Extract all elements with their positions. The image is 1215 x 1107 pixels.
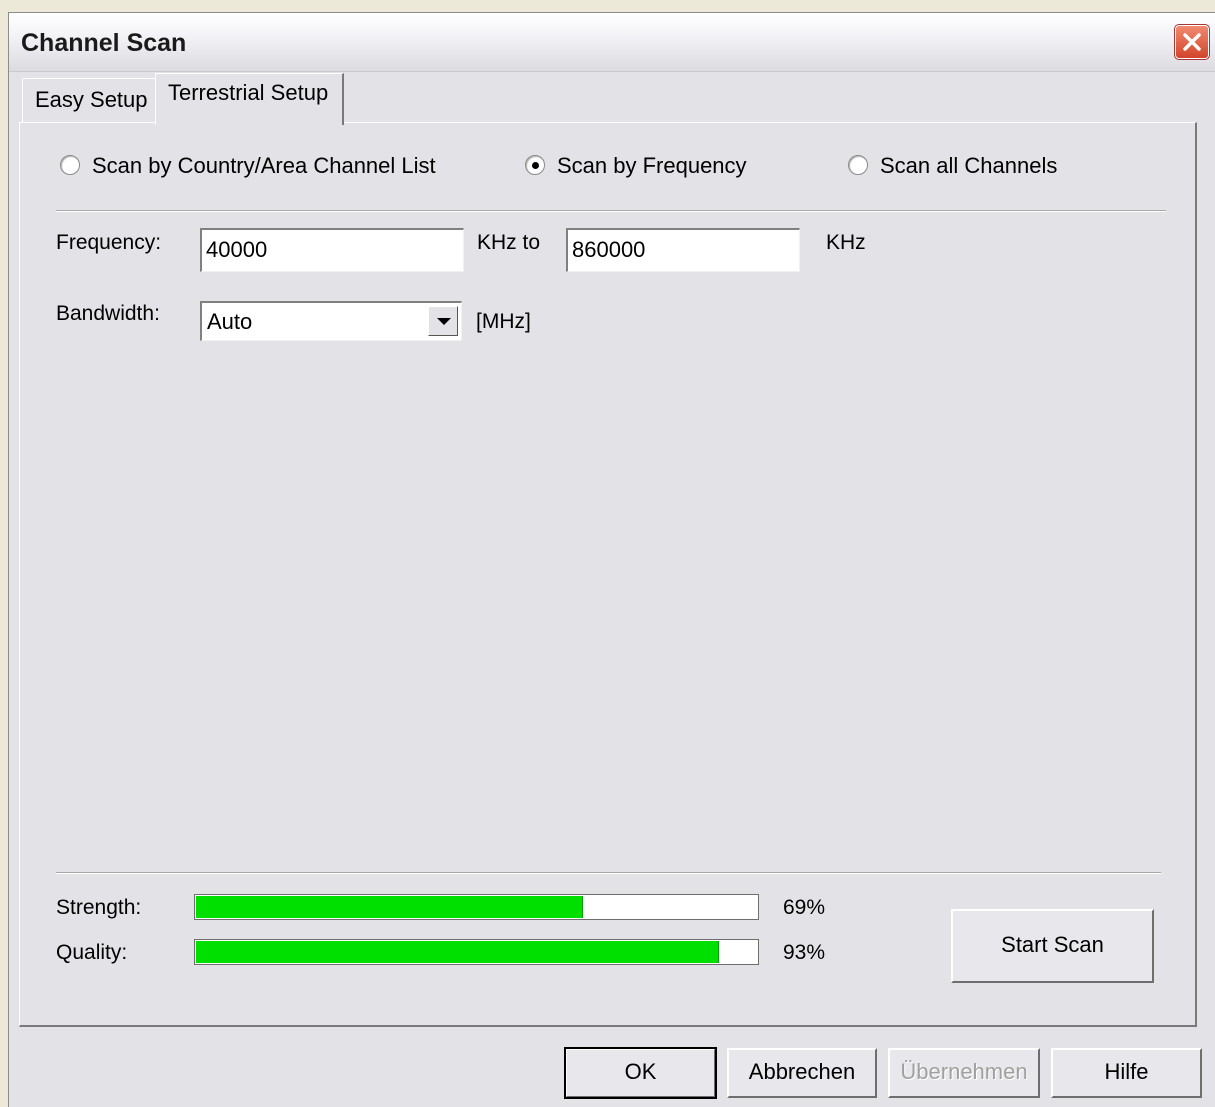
title-bar: Channel Scan xyxy=(9,13,1215,72)
help-button[interactable]: Hilfe xyxy=(1051,1048,1202,1098)
ok-button[interactable]: OK xyxy=(564,1047,717,1099)
quality-bar-fill xyxy=(196,941,719,963)
radio-label: Scan by Frequency xyxy=(557,153,747,178)
radio-button[interactable] xyxy=(60,155,80,175)
quality-bar xyxy=(194,939,759,965)
separator xyxy=(56,872,1161,874)
apply-button[interactable]: Übernehmen xyxy=(888,1048,1040,1098)
radio-label: Scan all Channels xyxy=(880,153,1058,178)
strength-value: 69% xyxy=(783,896,826,919)
separator xyxy=(56,210,1166,212)
bandwidth-unit-label: [MHz] xyxy=(476,310,531,333)
cancel-button[interactable]: Abbrechen xyxy=(727,1048,877,1098)
tab-easy-setup[interactable]: Easy Setup xyxy=(22,78,161,122)
frequency-from-input[interactable]: 40000 xyxy=(200,228,464,272)
bandwidth-select[interactable]: Auto xyxy=(200,301,462,341)
frequency-label: Frequency: xyxy=(56,231,162,254)
radio-label: Scan by Country/Area Channel List xyxy=(92,153,436,178)
window-title: Channel Scan xyxy=(21,29,187,57)
radio-button[interactable] xyxy=(848,155,868,175)
bandwidth-label: Bandwidth: xyxy=(56,302,160,325)
quality-value: 93% xyxy=(783,941,826,964)
strength-bar xyxy=(194,894,759,920)
quality-label: Quality: xyxy=(56,941,128,964)
frequency-unit-label: KHz xyxy=(826,231,866,254)
start-scan-button[interactable]: Start Scan xyxy=(951,909,1154,983)
radio-button[interactable] xyxy=(525,155,545,175)
bandwidth-selected-value: Auto xyxy=(207,309,253,334)
chevron-down-icon[interactable] xyxy=(428,306,458,336)
strength-bar-fill xyxy=(196,896,584,918)
tab-terrestrial-setup[interactable]: Terrestrial Setup xyxy=(155,73,345,125)
frequency-to-input[interactable]: 860000 xyxy=(566,228,800,272)
frequency-to-label: KHz to xyxy=(477,231,541,254)
strength-label: Strength: xyxy=(56,896,142,919)
close-button[interactable] xyxy=(1174,24,1210,60)
close-icon xyxy=(1183,33,1201,51)
